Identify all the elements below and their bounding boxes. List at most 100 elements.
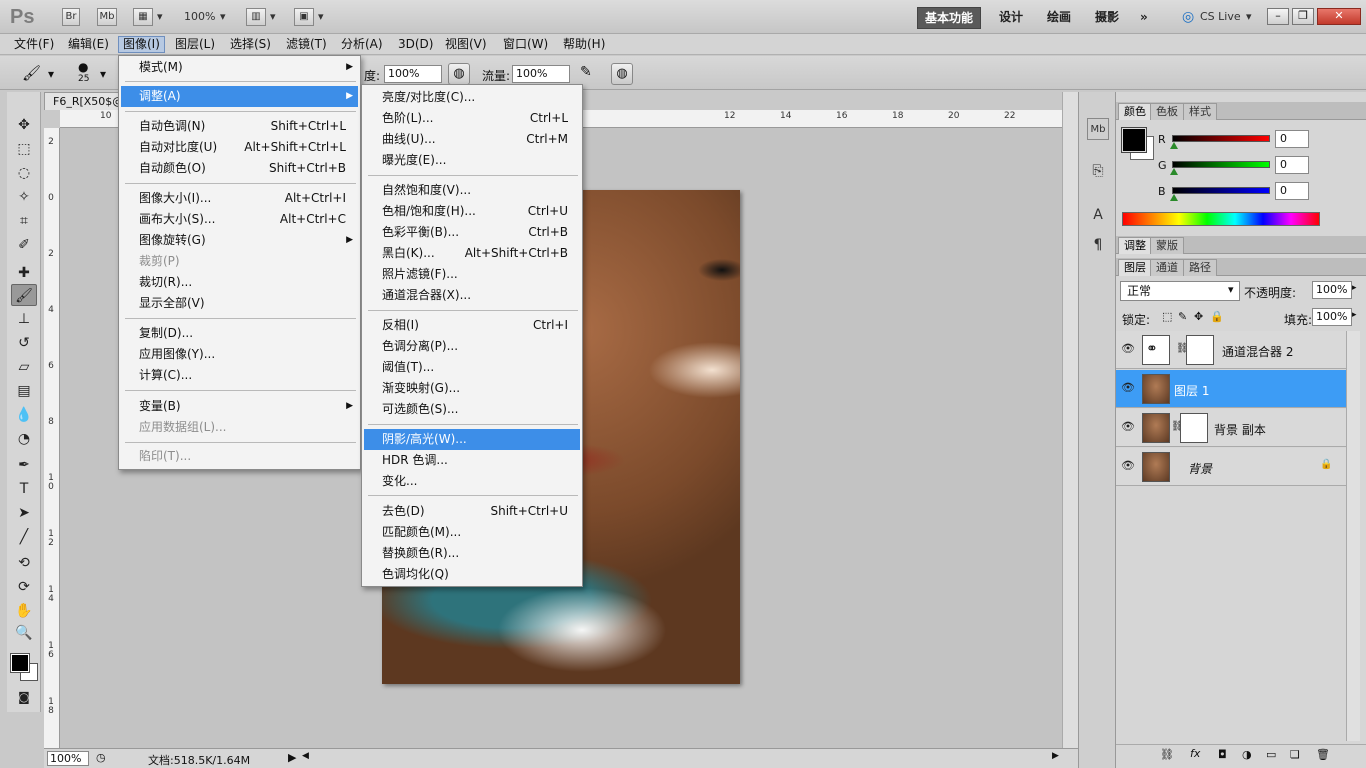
- vertical-scrollbar[interactable]: [1062, 92, 1078, 748]
- menu-item-photo-filter[interactable]: 照片滤镜(F)...: [364, 264, 580, 285]
- blur-tool-icon[interactable]: 💧: [11, 404, 37, 426]
- workspace-painting[interactable]: 绘画: [1040, 7, 1078, 29]
- menu-item-apply-image[interactable]: 应用图像(Y)...: [121, 344, 358, 365]
- menu-item-duplicate[interactable]: 复制(D)...: [121, 323, 358, 344]
- path-select-tool-icon[interactable]: ➤: [11, 502, 37, 524]
- brush-tool-icon[interactable]: 🖌: [22, 64, 41, 82]
- tab-adjustments[interactable]: 调整: [1118, 237, 1152, 254]
- menu-item-mode[interactable]: 模式(M) ▶: [121, 57, 358, 78]
- menu-file[interactable]: 文件(F): [10, 36, 58, 53]
- add-mask-icon[interactable]: ◘: [1218, 748, 1227, 761]
- menu-item-variations[interactable]: 变化...: [364, 471, 580, 492]
- chevron-down-icon[interactable]: ▾: [220, 10, 226, 23]
- menu-image[interactable]: 图像(I): [118, 36, 165, 53]
- status-zoom-input[interactable]: 100%: [47, 751, 89, 766]
- tab-layers[interactable]: 图层: [1118, 259, 1152, 276]
- menu-item-image-rotation[interactable]: 图像旋转(G) ▶: [121, 230, 358, 251]
- tab-swatches[interactable]: 色板: [1150, 103, 1184, 120]
- lock-position-icon[interactable]: ✥: [1194, 310, 1203, 323]
- menu-window[interactable]: 窗口(W): [499, 36, 552, 53]
- blue-value-input[interactable]: 0: [1275, 182, 1309, 200]
- document-tab[interactable]: F6_R[X50$@: [44, 92, 120, 110]
- workspace-photography[interactable]: 摄影: [1088, 7, 1126, 29]
- chevron-right-icon[interactable]: ▸: [1352, 310, 1357, 320]
- red-slider[interactable]: R 0: [1158, 130, 1358, 152]
- new-layer-icon[interactable]: ❏: [1290, 748, 1300, 761]
- chevron-down-icon[interactable]: ▾: [270, 10, 276, 23]
- new-group-icon[interactable]: ▭: [1266, 748, 1276, 761]
- mini-bridge-icon[interactable]: Mb: [1087, 118, 1109, 140]
- layer-mask-thumbnail[interactable]: [1186, 335, 1214, 365]
- menu-item-curves[interactable]: 曲线(U)... Ctrl+M: [364, 129, 580, 150]
- menu-item-gradient-map[interactable]: 渐变映射(G)...: [364, 378, 580, 399]
- status-info-icon[interactable]: ◷: [96, 751, 106, 764]
- menu-item-levels[interactable]: 色阶(L)... Ctrl+L: [364, 108, 580, 129]
- visibility-eye-icon[interactable]: 👁: [1120, 381, 1136, 395]
- chevron-down-icon[interactable]: ▾: [1246, 10, 1252, 23]
- character-panel-icon[interactable]: A: [1087, 204, 1109, 226]
- layer-name[interactable]: 背景 副本: [1214, 421, 1266, 438]
- menu-item-color-balance[interactable]: 色彩平衡(B)... Ctrl+B: [364, 222, 580, 243]
- hand-tool-icon[interactable]: ✋: [11, 600, 37, 622]
- fill-input[interactable]: 100%: [1312, 308, 1352, 326]
- menu-item-vibrance[interactable]: 自然饱和度(V)...: [364, 180, 580, 201]
- layer-mask-thumbnail[interactable]: [1180, 413, 1208, 443]
- lock-transparency-icon[interactable]: ⬚: [1162, 310, 1172, 323]
- scroll-left-icon[interactable]: ◀: [302, 751, 309, 761]
- healing-brush-tool-icon[interactable]: ✚: [11, 262, 37, 284]
- type-tool-icon[interactable]: T: [11, 478, 37, 500]
- pressure-opacity-icon[interactable]: ◍: [448, 63, 470, 85]
- lasso-tool-icon[interactable]: ◌: [11, 162, 37, 184]
- menu-item-exposure[interactable]: 曝光度(E)...: [364, 150, 580, 171]
- menu-3d[interactable]: 3D(D): [394, 36, 437, 53]
- minimize-button[interactable]: –: [1267, 8, 1289, 25]
- menu-item-channel-mixer[interactable]: 通道混合器(X)...: [364, 285, 580, 306]
- menu-item-threshold[interactable]: 阈值(T)...: [364, 357, 580, 378]
- menu-item-adjustments[interactable]: 调整(A) ▶: [121, 86, 358, 107]
- color-spectrum-bar[interactable]: [1122, 212, 1320, 226]
- delete-layer-icon[interactable]: 🗑: [1316, 748, 1330, 761]
- menu-analysis[interactable]: 分析(A): [337, 36, 387, 53]
- clone-stamp-tool-icon[interactable]: ⊥: [11, 308, 37, 330]
- airbrush-icon[interactable]: ✎: [580, 64, 592, 80]
- chevron-down-icon[interactable]: ▾: [318, 10, 324, 23]
- menu-item-calculations[interactable]: 计算(C)...: [121, 365, 358, 386]
- blend-mode-select[interactable]: 正常: [1120, 281, 1240, 301]
- tab-channels[interactable]: 通道: [1150, 259, 1184, 276]
- menu-help[interactable]: 帮助(H): [559, 36, 609, 53]
- chevron-down-icon[interactable]: ▾: [100, 67, 106, 81]
- close-button[interactable]: ✕: [1317, 8, 1361, 25]
- 3d-orbit-tool-icon[interactable]: ⟳: [11, 576, 37, 598]
- more-workspaces-button[interactable]: »: [1133, 7, 1155, 29]
- menu-item-desaturate[interactable]: 去色(D) Shift+Ctrl+U: [364, 501, 580, 522]
- menu-item-shadows-highlights[interactable]: 阴影/高光(W)...: [364, 429, 580, 450]
- tab-color[interactable]: 颜色: [1118, 103, 1152, 120]
- eraser-tool-icon[interactable]: ▱: [11, 356, 37, 378]
- tab-masks[interactable]: 蒙版: [1150, 237, 1184, 254]
- menu-item-canvas-size[interactable]: 画布大小(S)... Alt+Ctrl+C: [121, 209, 358, 230]
- eyedropper-tool-icon[interactable]: ✐: [11, 234, 37, 256]
- menu-item-equalize[interactable]: 色调均化(Q): [364, 564, 580, 585]
- line-tool-icon[interactable]: ╱: [11, 526, 37, 548]
- menu-view[interactable]: 视图(V): [441, 36, 491, 53]
- link-layers-icon[interactable]: ⛓: [1160, 748, 1174, 761]
- menu-item-match-color[interactable]: 匹配颜色(M)...: [364, 522, 580, 543]
- chevron-down-icon[interactable]: ▾: [157, 10, 163, 23]
- chevron-right-icon[interactable]: ▸: [1352, 283, 1357, 293]
- marquee-tool-icon[interactable]: ⬚: [11, 138, 37, 160]
- menu-edit[interactable]: 编辑(E): [64, 36, 113, 53]
- mini-bridge-button[interactable]: Mb: [97, 8, 117, 26]
- blue-slider-handle[interactable]: [1170, 194, 1178, 201]
- tab-styles[interactable]: 样式: [1183, 103, 1217, 120]
- menu-item-reveal-all[interactable]: 显示全部(V): [121, 293, 358, 314]
- chevron-down-icon[interactable]: ▾: [1228, 283, 1234, 296]
- 3d-rotate-tool-icon[interactable]: ⟲: [11, 552, 37, 574]
- green-value-input[interactable]: 0: [1275, 156, 1309, 174]
- menu-item-posterize[interactable]: 色调分离(P)...: [364, 336, 580, 357]
- chevron-down-icon[interactable]: ▾: [48, 67, 54, 81]
- paragraph-panel-icon[interactable]: ¶: [1087, 234, 1109, 256]
- gradient-tool-icon[interactable]: ▤: [11, 380, 37, 402]
- blue-slider[interactable]: B 0: [1158, 182, 1358, 204]
- menu-select[interactable]: 选择(S): [226, 36, 275, 53]
- quick-select-tool-icon[interactable]: ✧: [11, 186, 37, 208]
